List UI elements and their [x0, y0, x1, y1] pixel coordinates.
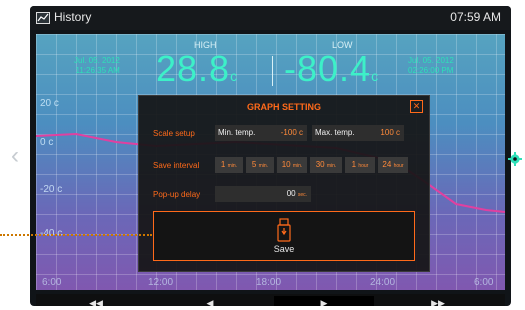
interval-1-hour-button[interactable]: 1 hour — [345, 157, 375, 173]
save-button[interactable]: Save — [153, 211, 415, 261]
x-axis-label: 18:00 — [256, 277, 282, 288]
chevron-left-icon[interactable]: ‹ — [4, 142, 26, 170]
close-icon[interactable]: ✕ — [410, 100, 423, 113]
low-readout: -80.4c — [284, 48, 379, 90]
interval-number: 24 — [382, 160, 392, 169]
playback-controls: ◀◀ ◀ ▶ ▶▶ — [36, 294, 505, 306]
interval-unit: min. — [292, 163, 303, 169]
high-unit: c — [230, 68, 239, 84]
save-label: Save — [273, 244, 295, 254]
save-interval-label: Save interval — [153, 161, 200, 170]
high-timestamp: Jul. 05. 2012 11:26:35 AM — [74, 56, 120, 76]
y-axis-label: 0 c — [40, 137, 54, 148]
fast-forward-button[interactable]: ▶▶ — [388, 296, 488, 306]
low-unit: c — [371, 68, 380, 84]
popup-delay-field[interactable]: 00 sec. — [215, 186, 311, 202]
max-temp-label: Max. temp. — [315, 128, 355, 137]
low-value: -80.4 — [284, 48, 372, 89]
interval-number: 10 — [281, 160, 291, 169]
high-readout: 28.8c — [156, 48, 238, 90]
interval-30-min-button[interactable]: 30 min. — [310, 157, 342, 173]
interval-number: 1 — [220, 160, 226, 169]
y-axis-label: -20 c — [40, 184, 63, 195]
rewind-button[interactable]: ◀◀ — [46, 296, 146, 306]
low-timestamp: Jul. 05. 2012 02:26:00 PM — [408, 56, 454, 76]
history-icon — [36, 12, 50, 24]
callout-line — [0, 234, 152, 236]
popup-delay-value: 00 — [286, 189, 296, 198]
y-axis-label: 20 c — [40, 98, 59, 109]
interval-number: 1 — [351, 160, 357, 169]
min-temp-value: -100 c — [280, 128, 303, 137]
scale-setup-label: Scale setup — [153, 129, 195, 138]
interval-10-min-button[interactable]: 10 min. — [277, 157, 307, 173]
high-value: 28.8 — [156, 48, 231, 89]
x-axis-label: 24:00 — [370, 277, 396, 288]
popup-delay-unit: sec. — [297, 192, 307, 198]
interval-5-min-button[interactable]: 5 min. — [246, 157, 274, 173]
popup-delay-label: Pop-up delay — [153, 190, 201, 199]
interval-1-min-button[interactable]: 1 min. — [215, 157, 243, 173]
previous-button[interactable]: ◀ — [160, 296, 260, 306]
screen-title: History — [54, 10, 92, 24]
dialog-title: GRAPH SETTING — [246, 102, 321, 112]
play-button[interactable]: ▶ — [274, 296, 374, 306]
min-temp-label: Min. temp. — [218, 128, 256, 137]
graph-setting-dialog: GRAPH SETTING ✕ Scale setup Min. temp. -… — [138, 95, 430, 272]
interval-24-hour-button[interactable]: 24 hour — [378, 157, 408, 173]
interval-unit: min. — [227, 163, 238, 169]
interval-number: 30 — [315, 160, 325, 169]
clock: 07:59 AM — [450, 10, 501, 24]
high-date: Jul. 05. 2012 — [74, 56, 120, 65]
min-temp-field[interactable]: Min. temp. -100 c — [215, 125, 307, 141]
x-axis-label: 6:00 — [42, 277, 62, 288]
low-time: 02:26:00 PM — [408, 66, 454, 75]
max-temp-field[interactable]: Max. temp. 100 c — [312, 125, 404, 141]
low-date: Jul. 05. 2012 — [408, 56, 454, 65]
interval-unit: hour — [358, 163, 369, 169]
readout-divider — [272, 56, 273, 86]
gear-icon[interactable] — [508, 152, 522, 166]
interval-unit: min. — [258, 163, 269, 169]
max-temp-value: 100 c — [380, 128, 400, 137]
x-axis-label: 6:00 — [474, 277, 494, 288]
title-bar: History 07:59 AM — [30, 6, 511, 30]
x-axis-label: 12:00 — [148, 277, 174, 288]
high-time: 11:26:35 AM — [75, 66, 120, 75]
interval-unit: hour — [393, 163, 404, 169]
interval-unit: min. — [326, 163, 337, 169]
usb-drive-icon — [277, 218, 291, 242]
interval-number: 5 — [251, 160, 257, 169]
